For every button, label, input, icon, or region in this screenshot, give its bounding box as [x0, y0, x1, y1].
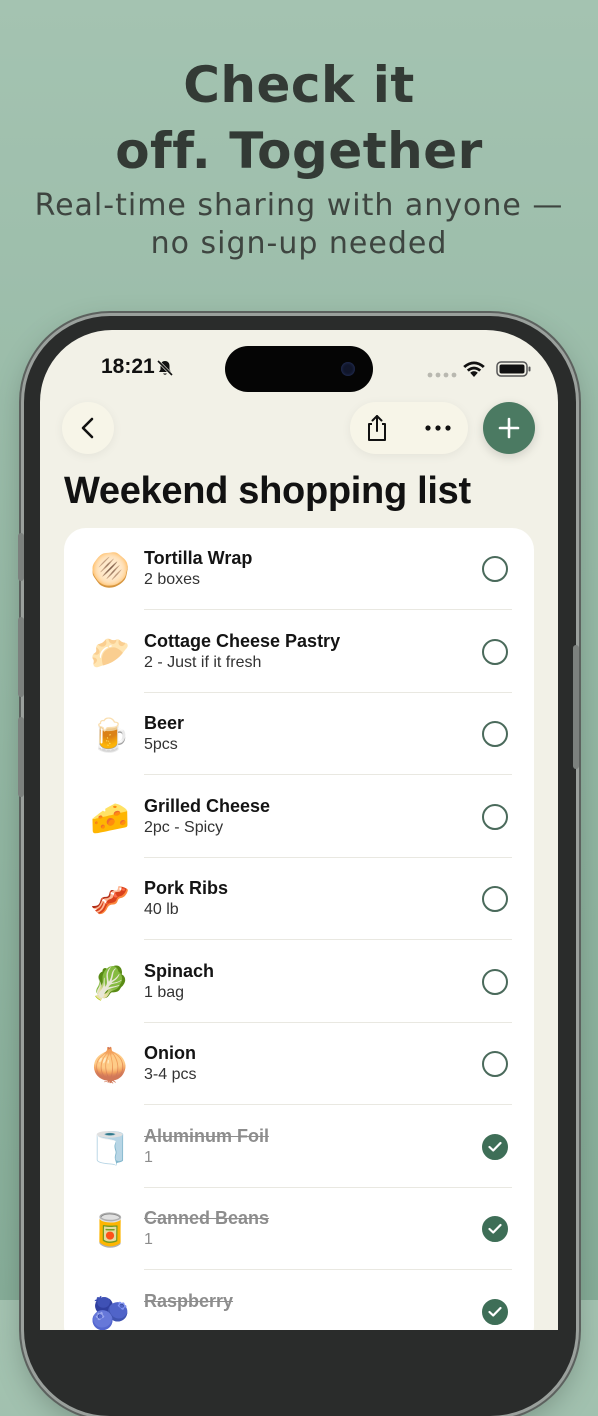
- item-quantity: 40 lb: [144, 901, 179, 918]
- item-name: Spinach: [144, 960, 215, 981]
- item-image: 🧅: [90, 1046, 130, 1084]
- item-quantity: 2 - Just if it fresh: [144, 653, 262, 671]
- checked-checkbox[interactable]: [482, 1216, 508, 1242]
- dynamic-island: [225, 346, 373, 392]
- back-button[interactable]: [62, 402, 114, 454]
- item-image: 🫓: [90, 551, 130, 589]
- list-item[interactable]: 🫓 Tortilla Wrap 2 boxes: [64, 528, 534, 610]
- promo-subheadline-line2: no sign-up needed: [150, 226, 448, 261]
- item-quantity: 3-4 pcs: [144, 1066, 197, 1083]
- item-quantity: 5pcs: [144, 736, 178, 753]
- item-name: Aluminum Foil: [144, 1125, 269, 1146]
- list-item[interactable]: 🥓 Pork Ribs 40 lb: [64, 858, 534, 940]
- promo-subheadline-line1: Real-time sharing with anyone —: [34, 188, 564, 223]
- promo-headline: Check it off. Together: [0, 52, 598, 184]
- item-checkbox[interactable]: [482, 886, 508, 912]
- list-item[interactable]: 🥟 Cottage Cheese Pastry 2 - Just if it fre…: [64, 611, 534, 693]
- list-item[interactable]: 🧀 Grilled Cheese 2pc - Spicy: [64, 776, 534, 858]
- back-chevron-icon: [81, 417, 94, 439]
- item-name: Onion: [144, 1043, 196, 1063]
- list-item[interactable]: 🧻 Aluminum Foil 1: [64, 1106, 534, 1188]
- item-name: Raspberry: [144, 1290, 234, 1311]
- add-item-button[interactable]: [483, 402, 535, 454]
- bell-off-icon: [156, 359, 174, 377]
- item-image: 🧀: [90, 798, 130, 837]
- list-item[interactable]: 🫐 Raspberry: [64, 1271, 534, 1331]
- battery-icon: [496, 361, 531, 377]
- item-name: Canned Beans: [144, 1208, 270, 1228]
- app-screen: 18:21 Weekend shopping list 🫓 Tortilla W…: [40, 330, 558, 1330]
- item-quantity: 2 boxes: [144, 571, 201, 588]
- checked-checkbox[interactable]: [482, 1298, 508, 1325]
- share-icon: [368, 415, 386, 441]
- phone-volume-up: [18, 617, 24, 697]
- item-checkbox[interactable]: [482, 1051, 508, 1077]
- item-name: Tortilla Wrap: [144, 548, 253, 568]
- item-name: Beer: [144, 713, 185, 733]
- item-quantity: 1 bag: [144, 983, 185, 1001]
- wifi-icon: [463, 361, 485, 377]
- list-item[interactable]: 🥫 Canned Beans 1: [64, 1188, 534, 1270]
- item-image: 🍺: [90, 716, 130, 754]
- camera-icon: [341, 362, 355, 376]
- checked-checkbox[interactable]: [482, 1133, 508, 1160]
- item-quantity: 1: [144, 1148, 153, 1166]
- item-name: Cottage Cheese Pastry: [144, 630, 341, 651]
- list-item[interactable]: 🍺 Beer 5pcs: [64, 693, 534, 775]
- phone-power-button: [573, 645, 579, 769]
- list-item[interactable]: 🥬 Spinach 1 bag: [64, 941, 534, 1023]
- item-checkbox[interactable]: [482, 721, 508, 747]
- list-item[interactable]: 🧅 Onion 3-4 pcs: [64, 1023, 534, 1105]
- promo-headline-line1: Check it: [183, 56, 415, 114]
- item-image: 🥫: [90, 1211, 130, 1249]
- share-button[interactable]: [364, 414, 390, 442]
- item-image: 🥬: [90, 963, 130, 1002]
- item-checkbox[interactable]: [482, 803, 508, 830]
- promo-subheadline: Real-time sharing with anyone — no sign-…: [0, 187, 598, 263]
- checkmark-icon: [488, 1141, 502, 1152]
- phone-side-button: [18, 533, 24, 581]
- item-checkbox[interactable]: [482, 638, 508, 665]
- item-quantity: 1: [144, 1231, 153, 1248]
- item-image: 🫐: [90, 1293, 130, 1331]
- item-image: 🥓: [90, 881, 130, 919]
- checkmark-icon: [488, 1223, 502, 1234]
- status-time: 18:21: [101, 355, 155, 378]
- item-image: 🧻: [90, 1128, 130, 1167]
- promo-headline-line2: off. Together: [115, 122, 483, 180]
- item-name: Grilled Cheese: [144, 795, 271, 816]
- list-title: Weekend shopping list: [64, 470, 471, 512]
- more-button[interactable]: [418, 414, 458, 442]
- item-quantity: 2pc - Spicy: [144, 818, 224, 836]
- signal-dots-icon: [427, 372, 457, 378]
- item-checkbox[interactable]: [482, 968, 508, 995]
- phone-volume-down: [18, 717, 24, 797]
- item-image: 🥟: [90, 633, 130, 672]
- plus-icon: [498, 417, 520, 439]
- checkmark-icon: [488, 1306, 502, 1317]
- item-checkbox[interactable]: [482, 556, 508, 582]
- items-card: 🫓 Tortilla Wrap 2 boxes 🥟 Cottage Cheese Pas…: [64, 528, 534, 1330]
- item-name: Pork Ribs: [144, 878, 229, 898]
- toolbar-pill: [350, 402, 468, 454]
- more-icon: [425, 425, 451, 431]
